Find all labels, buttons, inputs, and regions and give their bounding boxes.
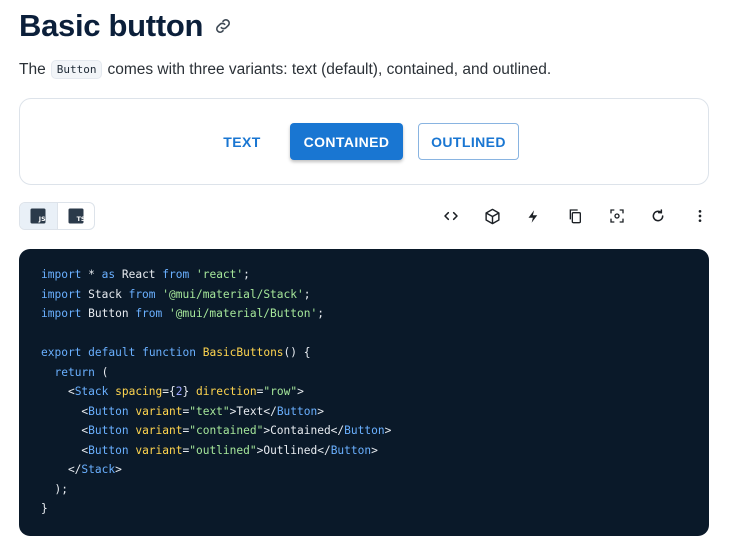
copy-source-button[interactable]	[555, 204, 597, 228]
demo-container: TEXT CONTAINED OUTLINED	[19, 98, 709, 185]
codesandbox-icon	[485, 208, 500, 224]
code-content: import * as React from 'react'; import St…	[41, 265, 709, 519]
show-source-button[interactable]	[430, 204, 472, 228]
copy-icon	[569, 209, 582, 224]
code-line: return (	[54, 365, 109, 379]
language-toggle: JS TS	[19, 202, 95, 230]
code-line: <Button variant="contained">Contained</B…	[41, 424, 392, 437]
code-line: export default function BasicButtons() {	[41, 346, 311, 359]
js-toggle-button[interactable]: JS	[20, 203, 57, 229]
codesandbox-button[interactable]	[472, 204, 514, 228]
stackblitz-icon	[528, 209, 538, 223]
code-line: import Button from '@mui/material/Button…	[41, 307, 324, 320]
text-button[interactable]: TEXT	[217, 123, 267, 160]
code-line: <Button variant="outlined">Outlined</But…	[41, 443, 378, 457]
reset-demo-button[interactable]	[638, 204, 680, 228]
code-line: }	[41, 502, 48, 515]
more-vert-icon	[698, 210, 702, 222]
ts-toggle-button[interactable]: TS	[56, 203, 95, 229]
code-line: </Stack>	[41, 463, 122, 476]
javascript-icon: JS	[30, 208, 46, 224]
page-header: Basic button	[19, 6, 235, 46]
description-prefix: The	[19, 60, 46, 78]
description: The Button comes with three variants: te…	[19, 60, 551, 79]
code-line: import Stack from '@mui/material/Stack';	[41, 287, 311, 301]
description-suffix: comes with three variants: text (default…	[107, 60, 552, 78]
page-title: Basic button	[19, 8, 204, 43]
stackblitz-button[interactable]	[513, 204, 555, 228]
link-icon[interactable]	[213, 15, 235, 37]
code-line: <Button variant="text">Text</Button>	[41, 404, 324, 418]
code-toolbar	[430, 204, 721, 228]
code-block: import * as React from 'react'; import St…	[19, 249, 709, 536]
svg-text:JS: JS	[38, 216, 46, 223]
svg-text:TS: TS	[76, 216, 83, 223]
typescript-icon: TS	[68, 208, 84, 224]
more-options-button[interactable]	[679, 204, 721, 228]
refresh-icon	[652, 209, 664, 222]
reset-focus-icon	[610, 209, 624, 223]
reset-focus-button[interactable]	[596, 204, 638, 228]
code-line: <Stack spacing={2} direction="row">	[41, 385, 304, 398]
contained-button[interactable]: CONTAINED	[290, 123, 403, 160]
code-icon	[443, 211, 458, 221]
code-line: );	[41, 482, 68, 496]
inline-code-term: Button	[50, 60, 103, 79]
outlined-button[interactable]: OUTLINED	[418, 123, 519, 160]
code-line: import * as React from 'react';	[41, 268, 250, 281]
